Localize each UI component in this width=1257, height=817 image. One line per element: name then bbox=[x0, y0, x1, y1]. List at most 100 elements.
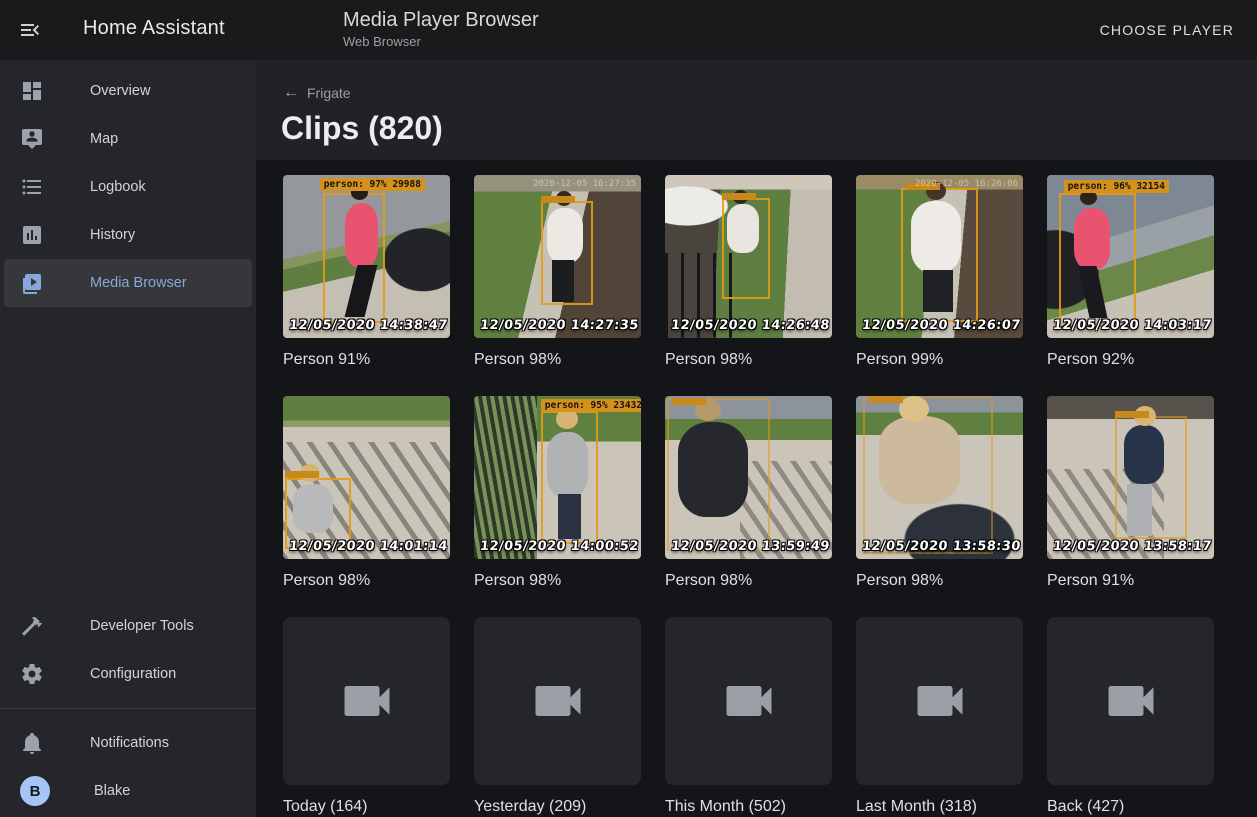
folder-thumbnail bbox=[856, 617, 1023, 785]
sidebar-item-media-browser[interactable]: Media Browser bbox=[4, 259, 252, 307]
clip-card[interactable]: 12/05/2020 14:26:48 Person 98% bbox=[665, 175, 832, 396]
clip-timestamp: 12/05/2020 14:03:17 bbox=[1052, 318, 1212, 333]
app-title: Home Assistant bbox=[83, 17, 225, 40]
camera-overlay-timestamp: 2020-12-05 16:27:35 bbox=[533, 179, 636, 189]
clip-thumbnail: 2020-12-05 16:26:06 12/05/2020 14:26:07 bbox=[856, 175, 1023, 338]
clip-timestamp: 12/05/2020 14:26:48 bbox=[670, 318, 830, 333]
detection-chip-small bbox=[722, 193, 756, 200]
sidebar-item-label: Media Browser bbox=[90, 275, 187, 291]
sidebar-item-label: Notifications bbox=[90, 735, 169, 751]
clip-card[interactable]: person: 95% 23432 12/05/2020 14:00:52 Pe… bbox=[474, 396, 641, 617]
media-grid-container: person: 97% 29988 12/05/2020 14:38:47 Pe… bbox=[256, 160, 1257, 817]
folder-thumbnail bbox=[1047, 617, 1214, 785]
dashboard-icon bbox=[20, 79, 44, 103]
clip-caption: Person 98% bbox=[474, 348, 641, 372]
clip-caption: Person 98% bbox=[283, 569, 450, 593]
current-player-label: Web Browser bbox=[343, 34, 539, 49]
detection-bounding-box bbox=[863, 396, 993, 554]
clip-timestamp: 12/05/2020 14:38:47 bbox=[288, 318, 448, 333]
clip-card[interactable]: person: 97% 29988 12/05/2020 14:38:47 Pe… bbox=[283, 175, 450, 396]
sidebar-item-configuration[interactable]: Configuration bbox=[4, 650, 252, 698]
hammer-icon bbox=[20, 614, 44, 638]
clip-thumbnail: person: 96% 32154 12/05/2020 14:03:17 bbox=[1047, 175, 1214, 338]
clip-caption: Person 99% bbox=[856, 348, 1023, 372]
sidebar-item-label: History bbox=[90, 227, 135, 243]
clip-thumbnail: 12/05/2020 14:26:48 bbox=[665, 175, 832, 338]
clip-card[interactable]: 2020-12-05 16:26:06 12/05/2020 14:26:07 … bbox=[856, 175, 1023, 396]
detection-chip-small bbox=[541, 196, 575, 203]
sidebar-divider bbox=[0, 708, 256, 709]
sidebar-item-history[interactable]: History bbox=[4, 211, 252, 259]
clip-card[interactable]: 12/05/2020 14:01:14 Person 98% bbox=[283, 396, 450, 617]
breadcrumb-back-frigate[interactable]: ← Frigate bbox=[283, 84, 351, 102]
folder-caption: This Month (502) bbox=[665, 795, 832, 817]
clip-caption: Person 91% bbox=[283, 348, 450, 372]
camera-overlay-timestamp: 2020-12-05 16:26:06 bbox=[915, 179, 1018, 189]
clip-thumbnail: 12/05/2020 14:01:14 bbox=[283, 396, 450, 559]
account-marker-icon bbox=[20, 127, 44, 151]
detection-bounding-box bbox=[667, 398, 771, 551]
clip-card[interactable]: 12/05/2020 13:59:49 Person 98% bbox=[665, 396, 832, 617]
clip-timestamp: 12/05/2020 14:00:52 bbox=[479, 539, 639, 554]
sidebar: Overview Map Logbook History Media Brows… bbox=[0, 60, 256, 817]
folder-card-this-month[interactable]: This Month (502) bbox=[665, 617, 832, 817]
video-camera-icon bbox=[910, 671, 970, 731]
sidebar-item-developer-tools[interactable]: Developer Tools bbox=[4, 602, 252, 650]
clip-card[interactable]: 2020-12-05 16:27:35 12/05/2020 14:27:35 … bbox=[474, 175, 641, 396]
chart-icon bbox=[20, 223, 44, 247]
clip-thumbnail: 12/05/2020 13:59:49 bbox=[665, 396, 832, 559]
detection-chip-small bbox=[285, 471, 319, 478]
clip-thumbnail: 2020-12-05 16:27:35 12/05/2020 14:27:35 bbox=[474, 175, 641, 338]
sidebar-item-label: Overview bbox=[90, 83, 150, 99]
bell-icon bbox=[20, 731, 44, 755]
sidebar-item-overview[interactable]: Overview bbox=[4, 67, 252, 115]
page-header: Media Player Browser Web Browser bbox=[343, 9, 539, 49]
clip-thumbnail: 12/05/2020 13:58:17 bbox=[1047, 396, 1214, 559]
clip-caption: Person 98% bbox=[856, 569, 1023, 593]
clip-thumbnail: person: 95% 23432 12/05/2020 14:00:52 bbox=[474, 396, 641, 559]
sidebar-item-notifications[interactable]: Notifications bbox=[4, 719, 252, 767]
clip-card[interactable]: 12/05/2020 13:58:30 Person 98% bbox=[856, 396, 1023, 617]
clip-timestamp: 12/05/2020 14:27:35 bbox=[479, 318, 639, 333]
clip-card[interactable]: 12/05/2020 13:58:17 Person 91% bbox=[1047, 396, 1214, 617]
detection-label: person: 97% 29988 bbox=[320, 178, 425, 191]
breadcrumb-label: Frigate bbox=[307, 85, 351, 101]
clip-caption: Person 98% bbox=[665, 569, 832, 593]
folder-card-today[interactable]: Today (164) bbox=[283, 617, 450, 817]
folder-thumbnail bbox=[474, 617, 641, 785]
clip-caption: Person 91% bbox=[1047, 569, 1214, 593]
media-player-browser-title: Media Player Browser bbox=[343, 9, 539, 32]
clip-timestamp: 12/05/2020 13:58:30 bbox=[861, 539, 1021, 554]
video-camera-icon bbox=[528, 671, 588, 731]
choose-player-button[interactable]: CHOOSE PLAYER bbox=[1094, 18, 1240, 42]
detection-chip-small bbox=[672, 398, 706, 405]
clip-caption: Person 92% bbox=[1047, 348, 1214, 372]
clip-timestamp: 12/05/2020 13:58:17 bbox=[1052, 539, 1212, 554]
clip-thumbnail: 12/05/2020 13:58:30 bbox=[856, 396, 1023, 559]
folder-card-last-month[interactable]: Last Month (318) bbox=[856, 617, 1023, 817]
avatar: B bbox=[20, 776, 50, 806]
detection-chip-small bbox=[1115, 411, 1149, 418]
sidebar-item-label: Logbook bbox=[90, 179, 146, 195]
sidebar-item-logbook[interactable]: Logbook bbox=[4, 163, 252, 211]
sidebar-item-label: Map bbox=[90, 131, 118, 147]
folder-caption: Last Month (318) bbox=[856, 795, 1023, 817]
video-camera-icon bbox=[337, 671, 397, 731]
clip-card[interactable]: person: 96% 32154 12/05/2020 14:03:17 Pe… bbox=[1047, 175, 1214, 396]
sidebar-item-map[interactable]: Map bbox=[4, 115, 252, 163]
gear-icon bbox=[20, 662, 44, 686]
folder-card-back[interactable]: Back (427) bbox=[1047, 617, 1214, 817]
media-browser-header: ← Frigate Clips (820) bbox=[256, 60, 1257, 160]
user-name: Blake bbox=[94, 783, 130, 799]
clip-caption: Person 98% bbox=[474, 569, 641, 593]
folder-caption: Back (427) bbox=[1047, 795, 1214, 817]
folder-caption: Yesterday (209) bbox=[474, 795, 641, 817]
clip-caption: Person 98% bbox=[665, 348, 832, 372]
folder-thumbnail bbox=[283, 617, 450, 785]
folder-card-yesterday[interactable]: Yesterday (209) bbox=[474, 617, 641, 817]
sidebar-item-user-profile[interactable]: B Blake bbox=[4, 767, 252, 815]
sidebar-toggle-icon[interactable] bbox=[18, 18, 42, 42]
page-title: Clips (820) bbox=[281, 110, 443, 147]
detection-bounding-box bbox=[722, 198, 770, 299]
back-arrow-icon: ← bbox=[283, 84, 299, 102]
